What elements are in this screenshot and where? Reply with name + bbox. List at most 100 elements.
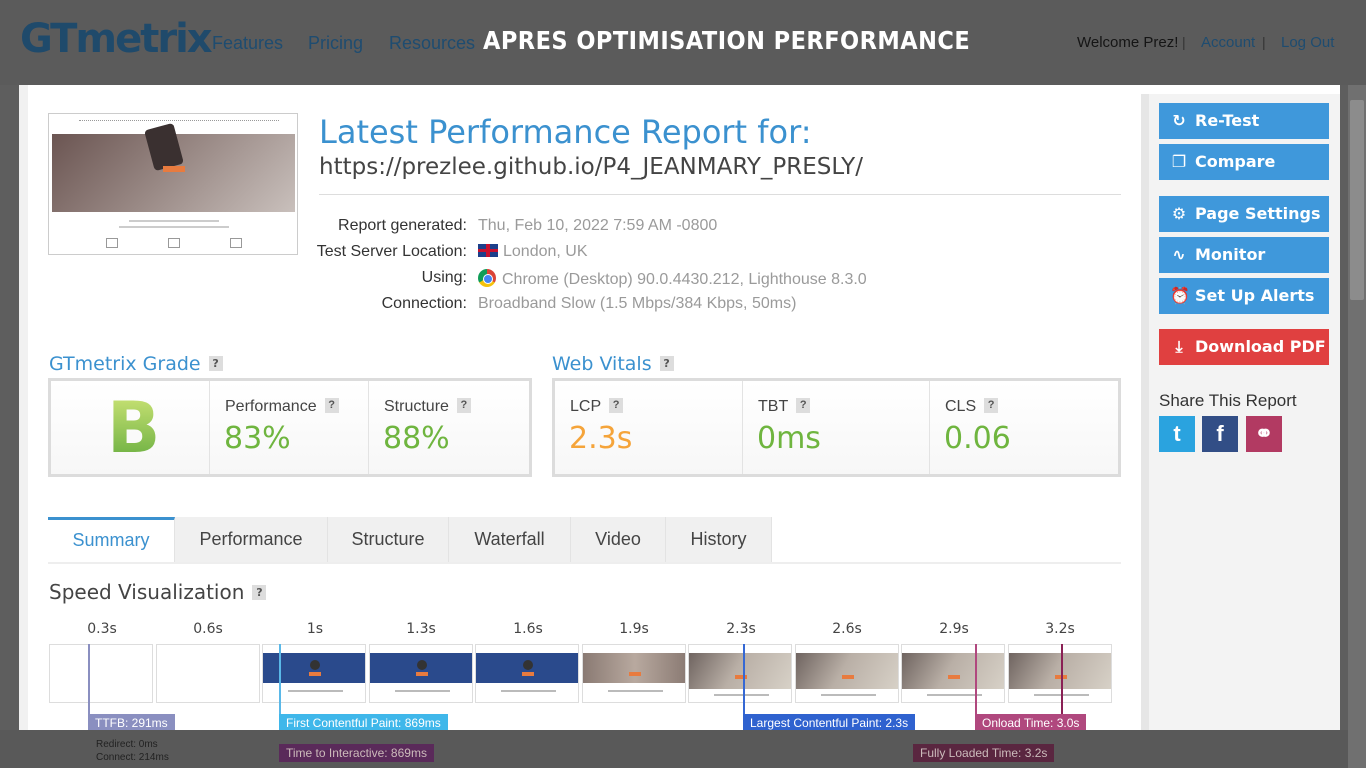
frame-time-label: 2.9s <box>939 621 969 637</box>
frame-time-label: 1s <box>306 621 324 637</box>
structure-score-value: 88% <box>383 421 450 456</box>
download-pdf-button[interactable]: ⤓ Download PDF <box>1159 329 1329 365</box>
cls-cell: CLS? 0.06 <box>930 381 1118 474</box>
report-title: Latest Performance Report for: <box>319 113 812 151</box>
tab-history[interactable]: History <box>666 517 772 564</box>
ttfb-detail-redirect: Redirect: 0ms <box>96 739 158 750</box>
help-icon[interactable]: ? <box>324 398 339 413</box>
meta-value-connection: Broadband Slow (1.5 Mbps/384 Kbps, 50ms) <box>478 295 797 312</box>
pulse-icon: ∿ <box>1172 245 1186 264</box>
web-vitals-box: LCP? 2.3s TBT? 0ms CLS? 0.06 <box>552 378 1121 477</box>
page-settings-button[interactable]: ⚙ Page Settings <box>1159 196 1329 232</box>
frame-time-label: 0.6s <box>193 621 223 637</box>
meta-label-using: Using: <box>421 269 467 286</box>
frame-time-label: 0.3s <box>87 621 117 637</box>
meta-label-location: Test Server Location: <box>316 243 467 260</box>
meta-label-connection: Connection: <box>381 295 467 312</box>
compare-button[interactable]: ❐ Compare <box>1159 144 1329 180</box>
tabs-underline <box>48 562 1121 564</box>
pdf-icon: ⤓ <box>1175 337 1183 356</box>
tab-waterfall[interactable]: Waterfall <box>449 517 571 564</box>
nav-separator: | <box>1182 34 1186 50</box>
frame-time-label: 1.3s <box>406 621 436 637</box>
frame-time-label: 1.9s <box>619 621 649 637</box>
tti-marker-label[interactable]: Time to Interactive: 869ms <box>279 744 434 762</box>
retest-button[interactable]: ↻ Re-Test <box>1159 103 1329 139</box>
filmstrip-frame[interactable] <box>795 644 899 703</box>
meta-value-generated: Thu, Feb 10, 2022 7:59 AM -0800 <box>478 217 718 234</box>
scrollbar-thumb[interactable] <box>1350 100 1364 300</box>
help-icon[interactable]: ? <box>208 356 223 371</box>
facebook-icon[interactable]: f <box>1202 416 1238 452</box>
page-screenshot-thumbnail <box>48 113 298 255</box>
logout-link[interactable]: Log Out <box>1281 34 1334 51</box>
nav-separator: | <box>1262 34 1266 50</box>
filmstrip-frame[interactable] <box>475 644 579 703</box>
filmstrip-frame[interactable] <box>582 644 686 703</box>
account-link[interactable]: Account <box>1201 34 1255 51</box>
tab-summary[interactable]: Summary <box>48 517 175 564</box>
nav-pricing[interactable]: Pricing <box>308 33 363 54</box>
tab-structure[interactable]: Structure <box>328 517 449 564</box>
web-vitals-heading: Web Vitals? <box>552 353 674 375</box>
filmstrip-frame[interactable] <box>156 644 260 703</box>
sidebar-panel <box>1141 94 1340 730</box>
chrome-icon <box>478 269 496 287</box>
performance-score-label: Performance? <box>225 398 339 416</box>
bottom-overlay <box>0 730 1348 768</box>
meta-value-location: London, UK <box>478 243 588 261</box>
divider <box>319 194 1121 195</box>
lcp-value: 2.3s <box>569 421 633 456</box>
twitter-icon[interactable]: t <box>1159 416 1195 452</box>
gtmetrix-logo[interactable]: GTmetrix <box>20 16 213 62</box>
fcp-marker-line <box>279 644 281 714</box>
help-icon[interactable]: ? <box>984 398 999 413</box>
gear-icon: ⚙ <box>1171 204 1187 223</box>
tbt-cell: TBT? 0ms <box>743 381 930 474</box>
help-icon[interactable]: ? <box>609 398 624 413</box>
gtmetrix-grade-heading: GTmetrix Grade? <box>49 353 223 375</box>
performance-score-cell: Performance? 83% <box>210 381 369 474</box>
set-up-alerts-button[interactable]: ⏰ Set Up Alerts <box>1159 278 1329 314</box>
help-icon[interactable]: ? <box>659 356 674 371</box>
compare-icon: ❐ <box>1171 152 1187 171</box>
fully-loaded-marker-label[interactable]: Fully Loaded Time: 3.2s <box>913 744 1055 762</box>
filmstrip-frame[interactable] <box>901 644 1005 703</box>
tab-performance[interactable]: Performance <box>175 517 328 564</box>
uk-flag-icon <box>478 244 498 257</box>
grade-letter: B <box>107 387 161 469</box>
lcp-marker-line <box>743 644 745 714</box>
tbt-label: TBT? <box>758 398 811 416</box>
link-icon[interactable]: ⚭ <box>1246 416 1282 452</box>
filmstrip-frame[interactable] <box>49 644 153 703</box>
monitor-button[interactable]: ∿ Monitor <box>1159 237 1329 273</box>
ttfb-detail-connect: Connect: 214ms <box>96 752 169 763</box>
cls-label: CLS? <box>945 398 999 416</box>
meta-value-using: Chrome (Desktop) 90.0.4430.212, Lighthou… <box>478 269 867 289</box>
nav-features[interactable]: Features <box>212 33 283 54</box>
filmstrip-frame[interactable] <box>262 644 366 703</box>
filmstrip-frame[interactable] <box>369 644 473 703</box>
help-icon[interactable]: ? <box>456 398 471 413</box>
top-navigation: GTmetrix Features Pricing Resources APRE… <box>0 0 1366 85</box>
help-icon[interactable]: ? <box>252 585 267 600</box>
performance-score-value: 83% <box>224 421 291 456</box>
sidebar-divider <box>1141 94 1149 730</box>
frame-time-label: 2.6s <box>832 621 862 637</box>
frame-time-label: 2.3s <box>726 621 756 637</box>
gtmetrix-grade-box: B Performance? 83% Structure? 88% <box>48 378 532 477</box>
meta-label-generated: Report generated: <box>338 217 467 234</box>
help-icon[interactable]: ? <box>796 398 811 413</box>
cls-value: 0.06 <box>944 421 1011 456</box>
tab-video[interactable]: Video <box>571 517 666 564</box>
nav-resources[interactable]: Resources <box>389 33 475 54</box>
overlay-banner-title: APRES OPTIMISATION PERFORMANCE <box>483 26 971 55</box>
ttfb-marker-line <box>88 644 90 714</box>
tbt-value: 0ms <box>757 421 821 456</box>
speed-visualization-heading: Speed Visualization? <box>49 580 267 604</box>
filmstrip-frame[interactable] <box>688 644 792 703</box>
filmstrip-frame[interactable] <box>1008 644 1112 703</box>
onload-marker-line <box>975 644 977 714</box>
welcome-text: Welcome Prez! <box>1077 34 1179 51</box>
report-url[interactable]: https://prezlee.github.io/P4_JEANMARY_PR… <box>319 154 863 180</box>
